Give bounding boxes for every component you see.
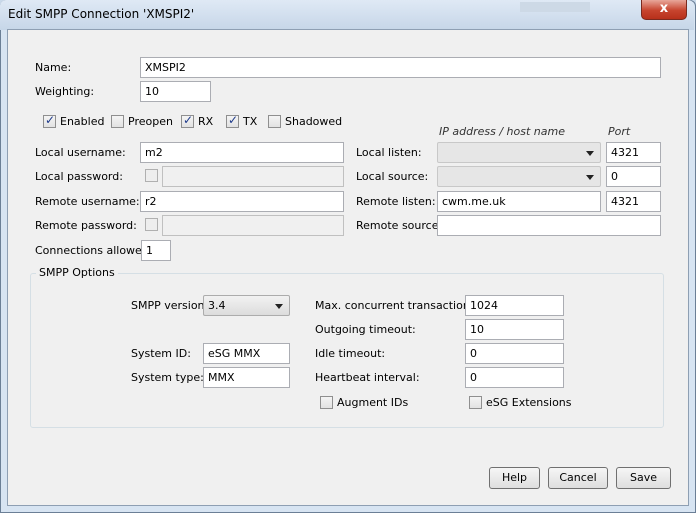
remote-listen-label: Remote listen: <box>356 195 436 208</box>
local-listen-port-input[interactable]: 4321 <box>606 142 661 163</box>
close-button[interactable]: x <box>641 0 687 20</box>
weighting-input[interactable]: 10 <box>140 81 211 102</box>
check-icon: ✓ <box>45 113 56 127</box>
local-source-port-input[interactable]: 0 <box>606 166 661 187</box>
close-icon: x <box>659 1 669 16</box>
augment-ids-checkbox[interactable] <box>320 396 333 409</box>
preopen-label: Preopen <box>128 115 173 128</box>
cancel-button[interactable]: Cancel <box>548 467 608 489</box>
remote-listen-port-input[interactable]: 4321 <box>606 191 661 212</box>
tx-checkbox[interactable]: ✓ <box>226 113 239 128</box>
enabled-label: Enabled <box>60 115 105 128</box>
system-type-label: System type: <box>131 371 204 384</box>
port-column-header: Port <box>608 125 631 138</box>
connections-allowed-input[interactable]: 1 <box>141 240 171 261</box>
remote-source-host-input[interactable] <box>437 215 661 236</box>
smpp-version-label: SMPP version: <box>131 299 209 312</box>
check-icon: ✓ <box>183 113 194 127</box>
tx-label: TX <box>243 115 258 128</box>
shadowed-label: Shadowed <box>285 115 343 128</box>
local-source-label: Local source: <box>356 170 429 183</box>
max-concurrent-input[interactable]: 1024 <box>465 295 564 316</box>
name-label: Name: <box>35 61 72 74</box>
preopen-checkbox[interactable] <box>111 115 124 128</box>
check-icon: ✓ <box>228 113 239 127</box>
system-type-input[interactable]: MMX <box>203 367 290 388</box>
ip-address-column-header: IP address / host name <box>439 125 565 138</box>
remote-password-checkbox[interactable] <box>145 218 158 231</box>
smpp-options-title: SMPP Options <box>36 266 118 279</box>
outgoing-timeout-input[interactable]: 10 <box>465 319 564 340</box>
idle-timeout-input[interactable]: 0 <box>465 343 564 364</box>
local-password-label: Local password: <box>35 170 123 183</box>
local-password-input[interactable] <box>162 166 344 187</box>
smpp-version-select[interactable]: 3.4 <box>203 295 290 316</box>
local-source-select[interactable] <box>437 166 601 187</box>
help-button[interactable]: Help <box>489 467 540 489</box>
smpp-version-value: 3.4 <box>208 299 226 312</box>
chevron-down-icon <box>586 151 594 156</box>
max-concurrent-label: Max. concurrent transactions: <box>315 299 480 312</box>
local-username-label: Local username: <box>35 146 126 159</box>
local-listen-label: Local listen: <box>356 146 422 159</box>
heartbeat-interval-input[interactable]: 0 <box>465 367 564 388</box>
rx-checkbox[interactable]: ✓ <box>181 113 194 128</box>
enabled-checkbox[interactable]: ✓ <box>43 113 56 128</box>
local-listen-select[interactable] <box>437 142 601 163</box>
connections-allowed-label: Connections allowed: <box>35 244 153 257</box>
system-id-label: System ID: <box>131 347 191 360</box>
save-button[interactable]: Save <box>616 467 671 489</box>
remote-password-label: Remote password: <box>35 219 137 232</box>
remote-password-input[interactable] <box>162 215 344 236</box>
system-id-input[interactable]: eSG MMX <box>203 343 290 364</box>
esg-extensions-checkbox[interactable] <box>469 396 482 409</box>
chevron-down-icon <box>586 175 594 180</box>
remote-username-label: Remote username: <box>35 195 140 208</box>
name-input[interactable]: XMSPI2 <box>140 57 661 78</box>
remote-source-label: Remote source: <box>356 219 443 232</box>
shadowed-checkbox[interactable] <box>268 115 281 128</box>
outgoing-timeout-label: Outgoing timeout: <box>315 323 416 336</box>
augment-ids-label: Augment IDs <box>337 396 409 409</box>
local-password-checkbox[interactable] <box>145 169 158 182</box>
remote-username-input[interactable]: r2 <box>140 191 344 212</box>
local-username-input[interactable]: m2 <box>140 142 344 163</box>
chevron-down-icon <box>275 304 283 309</box>
background-window-fragment <box>520 2 590 12</box>
heartbeat-interval-label: Heartbeat interval: <box>315 371 420 384</box>
esg-extensions-label: eSG Extensions <box>486 396 572 409</box>
idle-timeout-label: Idle timeout: <box>315 347 386 360</box>
rx-label: RX <box>198 115 214 128</box>
weighting-label: Weighting: <box>35 85 95 98</box>
dialog-title: Edit SMPP Connection 'XMSPI2' <box>8 7 195 21</box>
remote-listen-host-input[interactable]: cwm.me.uk <box>437 191 601 212</box>
